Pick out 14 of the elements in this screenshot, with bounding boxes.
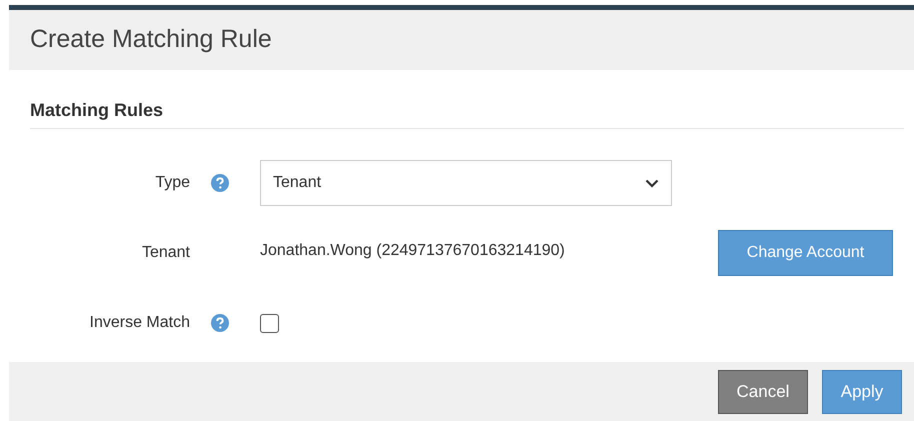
apply-button[interactable]: Apply: [822, 370, 902, 414]
field-label: Tenant: [142, 243, 190, 263]
field-label: Type: [155, 173, 190, 193]
section-title: Matching Rules: [30, 100, 164, 120]
field-label: Inverse Match: [90, 313, 190, 333]
chevron-down-icon: [645, 178, 659, 188]
help-icon[interactable]: [211, 314, 229, 332]
change-account-button[interactable]: Change Account: [718, 230, 893, 276]
cancel-button[interactable]: Cancel: [718, 370, 808, 414]
dialog-title: Create Matching Rule: [30, 24, 272, 56]
inverse-match-checkbox[interactable]: [260, 314, 279, 332]
type-select[interactable]: Tenant: [260, 160, 672, 206]
help-icon[interactable]: [211, 174, 229, 192]
tenant-value: Jonathan.Wong (22497137670163214190): [260, 241, 566, 261]
